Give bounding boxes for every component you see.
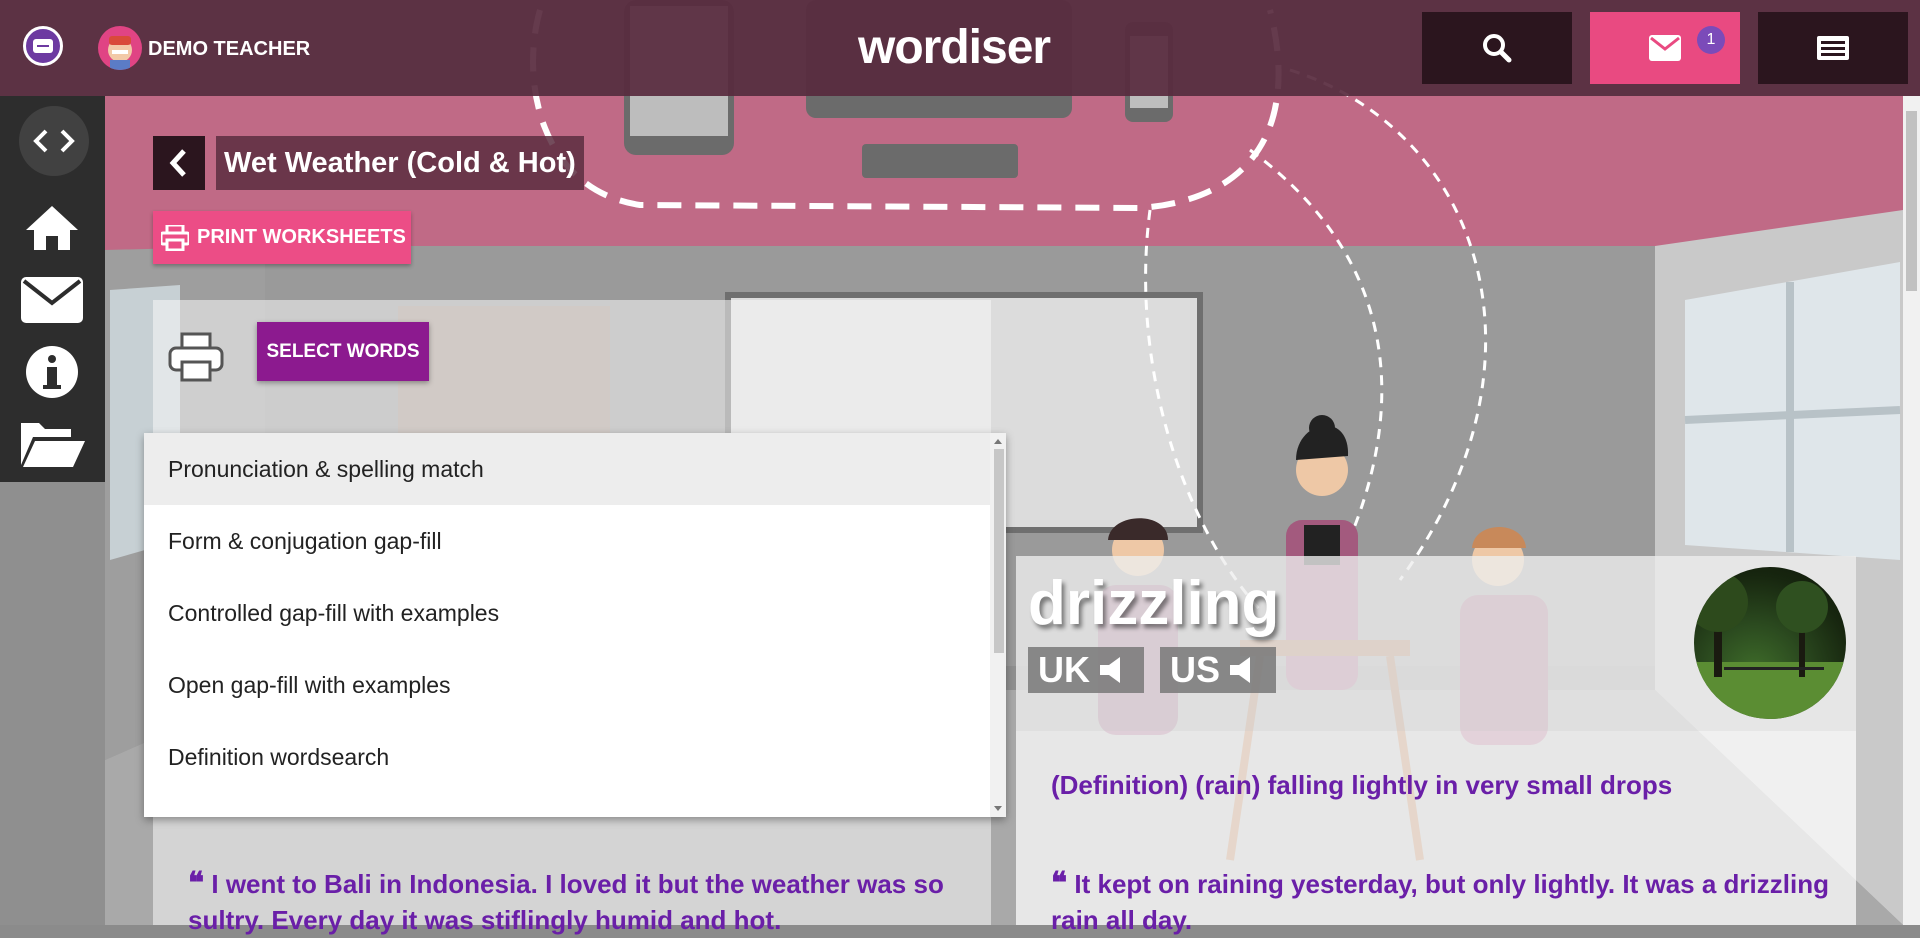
speaker-icon xyxy=(1100,657,1120,683)
message-count-badge: 1 xyxy=(1697,26,1725,54)
uk-audio-button[interactable]: UK xyxy=(1028,647,1144,693)
word-example-sentence: ❝ It kept on raining yesterday, but only… xyxy=(1051,866,1851,938)
page-title: Wet Weather (Cold & Hot) xyxy=(216,136,584,190)
dropdown-scroll-thumb[interactable] xyxy=(994,449,1004,653)
back-button[interactable] xyxy=(153,136,205,190)
code-toggle-button[interactable] xyxy=(19,106,89,176)
teacher-avatar[interactable] xyxy=(98,26,142,70)
search-button[interactable] xyxy=(1422,12,1572,84)
top-bar: DEMO TEACHER wordiser 1 xyxy=(0,0,1920,96)
us-audio-button[interactable]: US xyxy=(1160,647,1276,693)
sidebar-folder[interactable] xyxy=(18,416,86,472)
user-name[interactable]: DEMO TEACHER xyxy=(148,38,310,61)
envelope-icon xyxy=(1649,35,1681,61)
info-icon xyxy=(26,346,78,398)
home-icon xyxy=(26,206,78,250)
sidebar-info[interactable] xyxy=(18,344,86,400)
printer-icon[interactable] xyxy=(168,330,224,389)
example-text: I went to Bali in Indonesia. I loved it … xyxy=(188,869,944,935)
quote-icon: ❝ xyxy=(188,866,205,901)
sidebar-mail[interactable] xyxy=(18,272,86,328)
menu-icon[interactable] xyxy=(23,26,63,66)
dropdown-option[interactable]: Definition wordsearch xyxy=(144,721,990,793)
worksheet-type-dropdown[interactable]: Pronunciation & spelling match Form & co… xyxy=(144,433,1006,817)
speaker-icon xyxy=(1230,657,1251,683)
search-icon xyxy=(1483,34,1512,63)
list-board-icon xyxy=(1817,36,1849,60)
printer-icon xyxy=(161,224,189,251)
dropdown-option[interactable]: Pronunciation & spelling match xyxy=(144,433,990,505)
print-worksheets-button[interactable]: PRINT WORKSHEETS xyxy=(153,211,411,264)
board-button[interactable] xyxy=(1758,12,1908,84)
select-words-button[interactable]: SELECT WORDS xyxy=(257,322,429,381)
example-text: It kept on raining yesterday, but only l… xyxy=(1051,869,1829,935)
word-image xyxy=(1694,567,1846,719)
us-label: US xyxy=(1170,649,1221,690)
dropdown-option[interactable]: Controlled gap-fill with examples xyxy=(144,577,990,649)
chevron-left-icon xyxy=(169,149,186,177)
dropdown-option[interactable]: Open gap-fill with examples xyxy=(144,649,990,721)
example-sentence: ❝ I went to Bali in Indonesia. I loved i… xyxy=(188,866,988,938)
left-sidebar xyxy=(0,96,105,482)
definition-text: (Definition) (rain) falling lightly in v… xyxy=(1051,770,1673,800)
uk-label: UK xyxy=(1038,649,1090,690)
page-scroll-thumb[interactable] xyxy=(1906,111,1917,291)
dropdown-option[interactable]: Form & conjugation gap-fill xyxy=(144,505,990,577)
print-worksheets-label: PRINT WORKSHEETS xyxy=(197,226,406,248)
sidebar-home[interactable] xyxy=(18,200,86,256)
word-title: drizzling xyxy=(1028,569,1280,638)
code-brackets-icon xyxy=(33,129,75,153)
scroll-down-icon[interactable] xyxy=(994,806,1002,811)
quote-icon: ❝ xyxy=(1051,866,1068,901)
mail-icon xyxy=(21,277,83,323)
scroll-up-icon[interactable] xyxy=(994,439,1002,444)
folder-open-icon xyxy=(21,423,85,467)
wordiser-logo[interactable]: wordiser xyxy=(858,20,1051,75)
